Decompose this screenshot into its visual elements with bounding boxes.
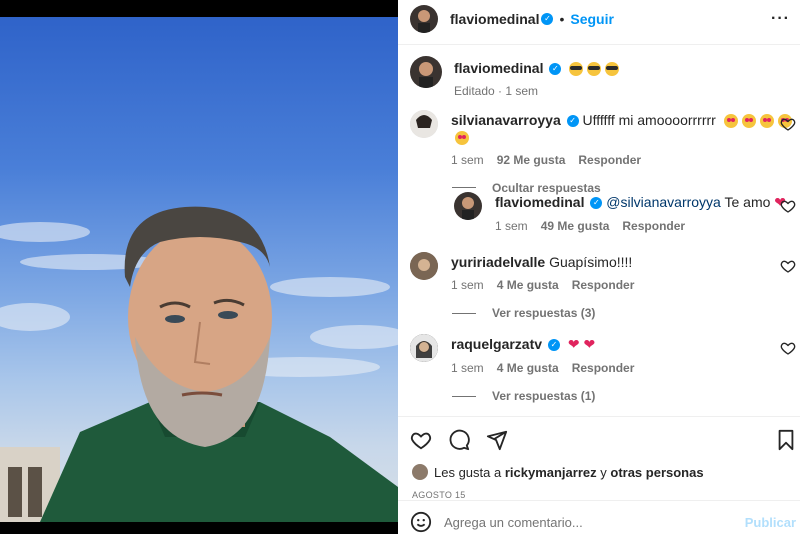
more-icon[interactable]: ··· [771,10,790,28]
reply-comment: flaviomedinal ✓ @silvianavarroyya Te amo… [454,192,796,233]
post-image-pane [0,0,398,534]
emoji-icon[interactable] [410,511,432,533]
reply-time: 1 sem [495,219,528,233]
divider [398,44,800,45]
post-sidebar: flaviomedinal ✓ • Seguir ··· flaviomedin… [398,0,800,534]
post-comment-button[interactable]: Publicar [745,515,796,530]
verified-icon: ✓ [549,63,562,76]
reply-button[interactable]: Responder [572,278,635,292]
comment: raquelgarzatv ✓ ❤ ❤ 1 sem 4 Me gusta Res… [410,334,796,403]
reply-button[interactable]: Responder [572,361,635,375]
comment-time: 1 sem [451,152,484,167]
verified-icon: ✓ [590,197,603,210]
reply-username[interactable]: flaviomedinal [495,194,584,210]
post-header: flaviomedinal ✓ • Seguir ··· [410,5,790,33]
likes-joiner: y [600,464,607,480]
caption-meta: Editado · 1 sem [454,84,539,99]
likes-others[interactable]: otras personas [610,465,703,480]
comment-text: Guapísimo!!!! [549,254,633,270]
heart-eyes-emoji [455,130,469,145]
likes-user[interactable]: rickymanjarrez [505,465,597,480]
reply-avatar[interactable] [454,192,482,220]
caption-avatar[interactable] [410,56,442,88]
like-comment-heart-icon[interactable] [780,258,796,274]
like-comment-heart-icon[interactable] [780,116,796,132]
heart-eyes-emoji [741,114,756,129]
comment-time: 1 sem [451,278,484,292]
reply-button[interactable]: Responder [578,153,641,167]
comment-icon[interactable] [448,429,470,451]
comment-likes[interactable]: 4 Me gusta [497,361,559,375]
comment-username[interactable]: raquelgarzatv [451,336,542,352]
comment-likes[interactable]: 4 Me gusta [497,278,559,292]
like-comment-heart-icon[interactable] [780,198,796,214]
red-heart-emoji: ❤ [567,336,580,352]
post-photo[interactable] [0,17,398,522]
sunglasses-emoji [605,62,620,77]
caption-username[interactable]: flaviomedinal [454,60,543,76]
comment: yuririadelvalle Guapísimo!!!! 1 sem 4 Me… [410,252,796,320]
comment: silvianavarroyya ✓ Uffffff mi amoooorrrr… [410,110,796,195]
action-bar [410,428,796,452]
follow-button[interactable]: Seguir [570,11,614,27]
comment-likes[interactable]: 92 Me gusta [497,153,566,167]
sunglasses-emoji [569,62,584,77]
sunglasses-emoji [587,62,602,77]
comment-time: 1 sem [451,361,484,375]
comment-input[interactable] [444,514,745,530]
bookmark-icon[interactable] [776,429,796,451]
selfie-illustration [0,206,398,522]
view-replies-button[interactable]: Ver respuestas (1) [452,389,796,403]
verified-icon: ✓ [547,339,560,352]
post-date: AGOSTO 15 [412,490,466,500]
like-comment-heart-icon[interactable] [780,340,796,356]
view-replies-button[interactable]: Ver respuestas (3) [452,306,796,320]
thread-label[interactable]: Ver respuestas (3) [492,306,595,320]
caption: flaviomedinal ✓ Editado · 1 sem [410,56,620,99]
heart-emoji: ❤ [583,336,596,352]
comment-username[interactable]: silvianavarroyya [451,112,561,128]
mention-link[interactable]: @silvianavarroyya [606,194,721,210]
divider [398,416,800,417]
comment-box: Publicar [410,510,796,534]
heart-icon[interactable] [410,429,432,451]
likes-prefix: Les gusta a [434,464,502,480]
share-icon[interactable] [486,429,508,451]
separator-dot: • [559,11,565,27]
commenter-avatar[interactable] [410,252,438,280]
header-username[interactable]: flaviomedinal [450,11,539,27]
liker-avatar[interactable] [412,464,428,480]
heart-eyes-emoji [759,114,774,129]
verified-icon: ✓ [541,13,554,25]
thread-label[interactable]: Ver respuestas (1) [492,389,595,403]
heart-eyes-emoji [723,114,738,129]
commenter-avatar[interactable] [410,110,438,138]
author-avatar[interactable] [410,5,438,33]
comment-username[interactable]: yuririadelvalle [451,254,545,270]
reply-text: Te amo [724,194,771,210]
verified-icon: ✓ [566,115,579,128]
likes-summary: Les gusta a rickymanjarrez y otras perso… [412,464,704,480]
divider [398,500,800,501]
reply-button[interactable]: Responder [622,219,685,233]
comment-text: Uffffff mi amoooorrrrrr [582,112,716,128]
reply-likes[interactable]: 49 Me gusta [541,219,610,233]
commenter-avatar[interactable] [410,334,438,362]
